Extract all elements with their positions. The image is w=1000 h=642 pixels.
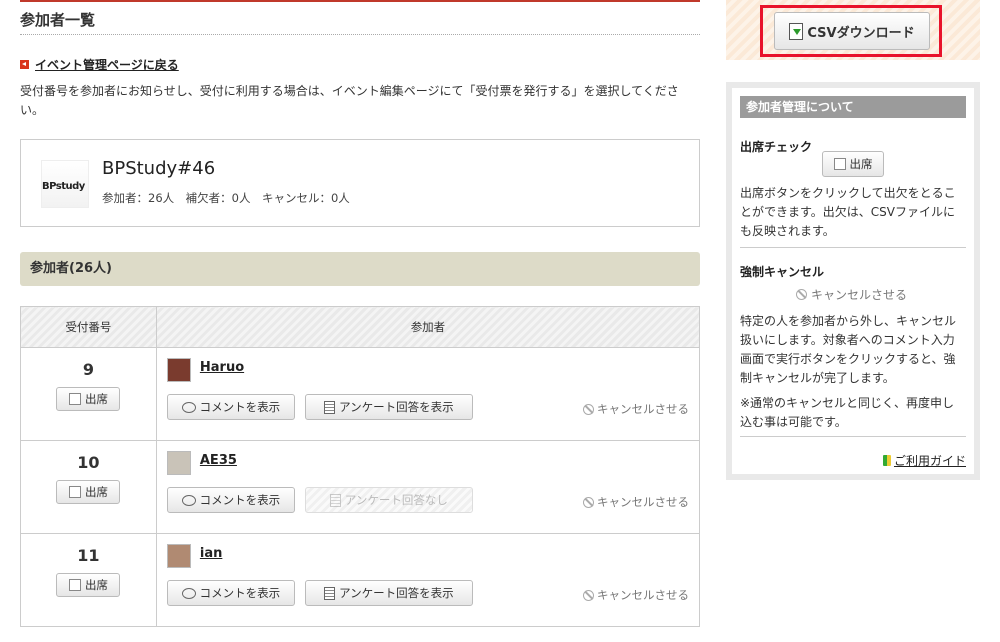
usage-guide-link[interactable]: ご利用ガイド [882, 452, 966, 469]
attend-checkbox-icon [68, 393, 81, 405]
forced-cancel-title: 強制キャンセル [740, 265, 825, 279]
reception-number: 11 [77, 546, 100, 565]
prohibited-icon [583, 403, 594, 415]
show-comment-label: コメントを表示 [199, 400, 281, 414]
event-summary: BPstudy BPStudy#46 参加者：26人 補欠者：0人 キャンセル：… [20, 139, 700, 227]
show-comment-button[interactable]: コメントを表示 [166, 394, 295, 420]
table-row: 11 出席 ian コメントを表示 アンケート回答を表示 キャンセルさせる [20, 533, 701, 627]
participants-section-header: 参加者(26人) [20, 252, 700, 286]
cancel-participant-link[interactable]: キャンセルさせる [583, 587, 689, 603]
participant-name-link[interactable]: Haruo [200, 360, 244, 375]
beginner-mark-icon [882, 455, 891, 466]
sidebar-divider [740, 247, 966, 248]
attend-button[interactable]: 出席 [56, 387, 121, 411]
attend-label: 出席 [84, 485, 108, 499]
table-row: 9 出席 Haruo コメントを表示 アンケート回答を表示 キャンセルさせる [20, 347, 701, 441]
attend-label: 出席 [84, 578, 108, 592]
comment-bubble-icon [181, 401, 196, 413]
show-comment-button[interactable]: コメントを表示 [166, 487, 295, 513]
participant-cell: Haruo コメントを表示 アンケート回答を表示 キャンセルさせる [155, 347, 701, 441]
table-row: 10 出席 AE35 コメントを表示 アンケート回答なし キャンセルさせる [20, 440, 701, 534]
show-comment-button[interactable]: コメントを表示 [166, 580, 295, 606]
top-accent-bar [20, 0, 700, 2]
cancel-label: キャンセルさせる [597, 402, 689, 416]
reception-cell: 9 出席 [20, 347, 157, 441]
management-info-box: 参加者管理について 出席チェック 出席 出席ボタンをクリックして出欠をとることが… [726, 82, 980, 480]
cancel-note: ※通常のキャンセルと同じく、再度申し込む事は可能です。 [740, 396, 955, 429]
reception-number: 10 [77, 453, 100, 472]
participants-table: 受付番号 参加者 9 出席 Haruo コメントを表示 アンケート回答を表示 キ… [20, 306, 701, 627]
sidebar-attend-button[interactable]: 出席 [822, 151, 884, 177]
document-icon [324, 586, 336, 600]
cancel-participant-link[interactable]: キャンセルさせる [583, 494, 689, 510]
cancel-label: キャンセルさせる [597, 495, 689, 509]
attendance-check-title: 出席チェック [740, 140, 813, 154]
avatar[interactable] [166, 358, 191, 382]
prohibited-icon [796, 289, 807, 300]
reception-number: 9 [82, 360, 94, 379]
document-icon [329, 493, 341, 507]
avatar[interactable] [166, 451, 191, 475]
event-name: BPStudy#46 [102, 158, 216, 179]
csv-download-label: CSVダウンロード [807, 25, 915, 41]
reception-cell: 11 出席 [20, 533, 157, 627]
participant-cell: AE35 コメントを表示 アンケート回答なし キャンセルさせる [155, 440, 701, 534]
event-stats: 参加者：26人 補欠者：0人 キャンセル：0人 [102, 191, 350, 205]
show-comment-label: コメントを表示 [199, 493, 281, 507]
participant-cell: ian コメントを表示 アンケート回答を表示 キャンセルさせる [155, 533, 701, 627]
back-link-label: イベント管理ページに戻る [35, 58, 179, 72]
forced-cancel-text: 特定の人を参加者から外し、キャンセル扱いにします。対象者へのコメント入力画面で実… [740, 314, 957, 385]
attend-checkbox-icon [833, 158, 846, 170]
reception-cell: 10 出席 [20, 440, 157, 534]
usage-guide-label: ご利用ガイド [893, 454, 966, 468]
avatar[interactable] [166, 544, 191, 568]
page-description: 受付番号を参加者にお知らせし、受付に利用する場合は、イベント編集ページにて「受付… [20, 84, 679, 117]
back-arrow-icon [20, 60, 29, 69]
show-survey-label: アンケート回答を表示 [339, 400, 454, 414]
csv-download-button[interactable]: CSVダウンロード [774, 12, 930, 50]
document-icon [324, 400, 336, 414]
prohibited-icon [583, 589, 594, 601]
cancel-participant-link[interactable]: キャンセルさせる [583, 401, 689, 417]
attendance-check-text: 出席ボタンをクリックして出欠をとることができます。出欠は、CSVファイルにも反映… [740, 186, 956, 238]
show-comment-label: コメントを表示 [199, 586, 281, 600]
header-participant: 参加者 [155, 306, 701, 348]
attend-checkbox-icon [68, 486, 81, 498]
attend-button[interactable]: 出席 [56, 573, 121, 597]
sidebar-attend-label: 出席 [849, 157, 873, 171]
show-survey-button: アンケート回答なし [304, 487, 473, 513]
back-to-event-link[interactable]: イベント管理ページに戻る [20, 56, 179, 73]
participant-name-link[interactable]: AE35 [200, 453, 237, 468]
participant-name-link[interactable]: ian [200, 546, 222, 561]
download-file-icon [789, 22, 804, 40]
sidebar-cancel-label: キャンセルさせる [811, 288, 908, 302]
sidebar-divider [740, 436, 966, 437]
event-logo-text: BPstudy [42, 181, 85, 192]
show-survey-label: アンケート回答を表示 [339, 586, 454, 600]
prohibited-icon [583, 496, 594, 508]
header-reception-number: 受付番号 [20, 306, 157, 348]
cancel-label: キャンセルさせる [597, 588, 689, 602]
event-logo: BPstudy [41, 160, 89, 208]
title-divider [20, 34, 700, 35]
show-survey-button[interactable]: アンケート回答を表示 [304, 394, 473, 420]
show-survey-label: アンケート回答なし [344, 493, 448, 507]
attend-button[interactable]: 出席 [56, 480, 121, 504]
page-title: 参加者一覧 [20, 11, 96, 29]
attend-checkbox-icon [68, 579, 81, 591]
attend-label: 出席 [84, 392, 108, 406]
sidebar-cancel-button: キャンセルさせる [796, 286, 907, 303]
comment-bubble-icon [181, 587, 196, 599]
management-info-title: 参加者管理について [740, 96, 966, 118]
comment-bubble-icon [181, 494, 196, 506]
show-survey-button[interactable]: アンケート回答を表示 [304, 580, 473, 606]
management-info-inner: 参加者管理について 出席チェック 出席 出席ボタンをクリックして出欠をとることが… [732, 88, 974, 474]
